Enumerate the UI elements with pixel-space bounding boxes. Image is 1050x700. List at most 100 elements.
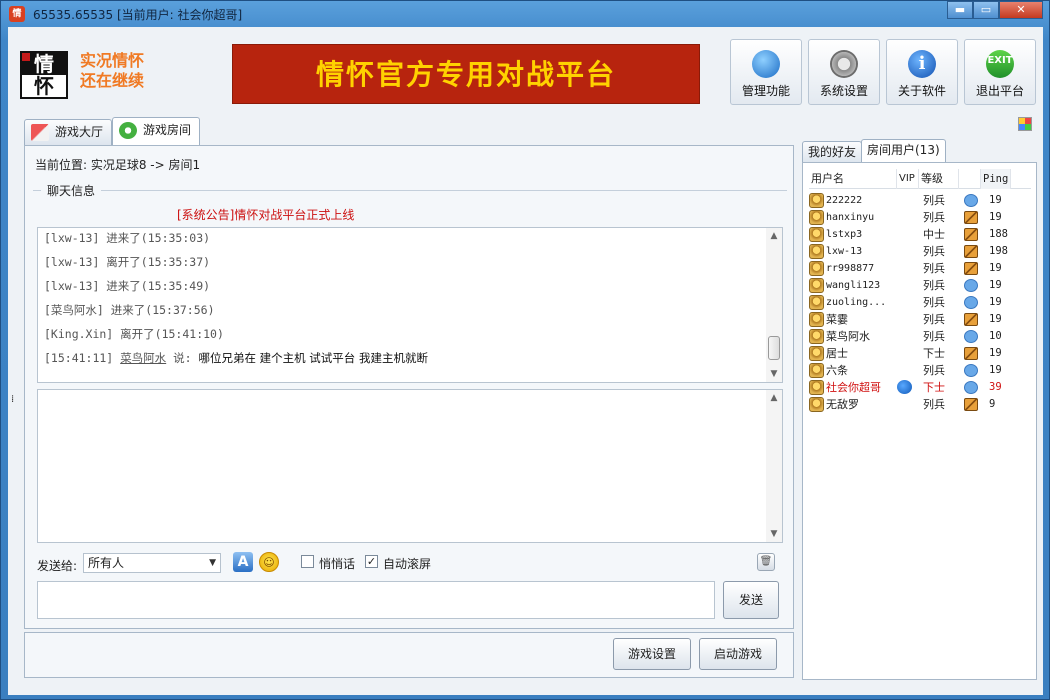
about-button[interactable]: i 关于软件 (886, 39, 958, 105)
chat-history[interactable]: [lxw-13] 进来了(15:35:03) [lxw-13] 离开了(15:3… (37, 227, 783, 383)
slogan-line-2: 还在继续 (80, 71, 145, 90)
send-to-select[interactable]: 所有人 ▼ (83, 553, 221, 573)
user-row[interactable]: lxw-13 列兵 198 (809, 243, 1031, 260)
tab-game-room-label: 游戏房间 (143, 123, 192, 137)
slogan: 实况情怀 还在继续 (80, 51, 144, 91)
user-rank: 下士 (923, 381, 945, 394)
maximize-button[interactable]: ▭ (973, 1, 999, 19)
skin-icon[interactable] (1018, 117, 1032, 131)
user-ping: 19 (989, 211, 1002, 223)
message-input[interactable] (37, 581, 715, 619)
avatar (809, 329, 824, 344)
close-button[interactable]: ✕ (999, 1, 1043, 19)
user-name: 菜霎 (826, 313, 848, 326)
autoscroll-checkbox[interactable]: ✓ (365, 555, 378, 568)
scroll-up-icon[interactable]: ▲ (766, 390, 782, 406)
user-row[interactable]: wangli123 列兵 19 (809, 277, 1031, 294)
in-game-icon (964, 245, 978, 258)
header-rank[interactable]: 等级 (919, 169, 959, 189)
minimize-button[interactable]: ▬ (947, 1, 973, 19)
title-bar[interactable]: 情 65535.65535 [当前用户: 社会你超哥] ▬ ▭ ✕ (1, 1, 1049, 27)
avatar (809, 210, 824, 225)
window-controls: ▬ ▭ ✕ (947, 1, 1043, 19)
header-ping[interactable]: Ping (981, 169, 1011, 189)
tab-game-lobby[interactable]: 游戏大厅 (24, 119, 113, 145)
in-game-icon (964, 211, 978, 224)
manage-icon (752, 50, 780, 78)
avatar (809, 346, 824, 361)
avatar (809, 227, 824, 242)
window-title: 65535.65535 [当前用户: 社会你超哥] (33, 8, 243, 22)
whisper-label: 悄悄话 (319, 557, 356, 571)
vip-icon (897, 380, 912, 394)
user-row[interactable]: lstxp3 中士 188 (809, 226, 1031, 243)
user-row[interactable]: hanxinyu 列兵 19 (809, 209, 1031, 226)
user-row[interactable]: rr998877 列兵 19 (809, 260, 1031, 277)
header-status[interactable] (959, 169, 981, 189)
tab-my-friends[interactable]: 我的好友 (802, 141, 863, 163)
start-game-button[interactable]: 启动游戏 (699, 638, 777, 670)
user-row[interactable]: 居士 下士 19 (809, 345, 1031, 362)
splitter-handle-icon[interactable]: ⁞ (11, 393, 17, 407)
exit-button[interactable]: EXIT 退出平台 (964, 39, 1036, 105)
user-ping: 198 (989, 245, 1008, 257)
header-username[interactable]: 用户名 (809, 169, 897, 189)
settings-button[interactable]: 系统设置 (808, 39, 880, 105)
user-row[interactable]: zuoling... 列兵 19 (809, 294, 1031, 311)
info-icon: i (908, 50, 936, 78)
app-window: 情 65535.65535 [当前用户: 社会你超哥] ▬ ▭ ✕ 情 怀 实况… (0, 0, 1050, 700)
user-row[interactable]: 222222 列兵 19 (809, 192, 1031, 209)
user-row[interactable]: 社会你超哥 下士 39 (809, 379, 1031, 396)
chat-scrollbar[interactable]: ▲ ▼ (766, 228, 782, 382)
room-panel: 当前位置: 实况足球8 -> 房间1 聊天信息 [系统公告]情怀对战平台正式上线… (24, 145, 794, 629)
chat-line: [lxw-13] 离开了(15:35:37) (44, 255, 211, 269)
user-name: hanxinyu (826, 212, 875, 223)
avatar (809, 397, 824, 412)
logo-mark (22, 53, 30, 61)
game-settings-button[interactable]: 游戏设置 (613, 638, 691, 670)
app-icon: 情 (9, 6, 25, 22)
bottom-bar: 游戏设置 启动游戏 (24, 632, 794, 678)
chat-bubble-icon (964, 330, 978, 343)
platform-banner: 情怀官方专用对战平台 (232, 44, 700, 104)
user-row[interactable]: 菜鸟阿水 列兵 10 (809, 328, 1031, 345)
user-rank: 列兵 (923, 194, 945, 207)
user-rank: 列兵 (923, 279, 945, 292)
chat-line: [lxw-13] 进来了(15:35:03) (44, 231, 211, 245)
user-ping: 19 (989, 296, 1002, 308)
whisper-checkbox[interactable] (301, 555, 314, 568)
avatar (809, 295, 824, 310)
manage-button[interactable]: 管理功能 (730, 39, 802, 105)
trash-icon[interactable]: 🗑 (757, 553, 775, 571)
tab-game-room[interactable]: 游戏房间 (112, 117, 201, 145)
user-ping: 19 (989, 313, 1002, 325)
emoji-icon[interactable]: ☺ (259, 552, 279, 572)
user-name: 社会你超哥 (826, 381, 881, 394)
in-game-icon (964, 228, 978, 241)
scroll-down-icon[interactable]: ▼ (766, 366, 782, 382)
chat-bubble-icon (964, 296, 978, 309)
tab-room-users[interactable]: 房间用户(13) (861, 139, 946, 163)
chat-legend: 聊天信息 (41, 182, 102, 199)
header-vip[interactable]: VIP (897, 169, 919, 189)
user-row[interactable]: 六条 列兵 19 (809, 362, 1031, 379)
avatar (809, 261, 824, 276)
user-row[interactable]: 菜霎 列兵 19 (809, 311, 1031, 328)
scroll-down-icon[interactable]: ▼ (766, 526, 782, 542)
scroll-thumb[interactable] (768, 336, 780, 360)
user-ping: 9 (989, 398, 996, 410)
chat-sender-link[interactable]: 菜鸟阿水 (120, 351, 166, 365)
scroll-up-icon[interactable]: ▲ (766, 228, 782, 244)
send-button[interactable]: 发送 (723, 581, 779, 619)
in-game-icon (964, 398, 978, 411)
chat-bubble-icon (964, 194, 978, 207)
font-icon[interactable]: A (233, 552, 253, 572)
compose-area[interactable]: ▲ ▼ (37, 389, 783, 543)
send-to-value: 所有人 (88, 556, 125, 570)
chat-bubble-icon (964, 279, 978, 292)
exit-icon: EXIT (986, 50, 1014, 78)
autoscroll-label: 自动滚屏 (383, 557, 432, 571)
compose-scrollbar[interactable]: ▲ ▼ (766, 390, 782, 542)
room-users-panel: 用户名 VIP 等级 Ping 222222 列兵 19 hanxinyu 列兵 19 ls… (802, 162, 1037, 680)
user-row[interactable]: 无敌罗 列兵 9 (809, 396, 1031, 413)
